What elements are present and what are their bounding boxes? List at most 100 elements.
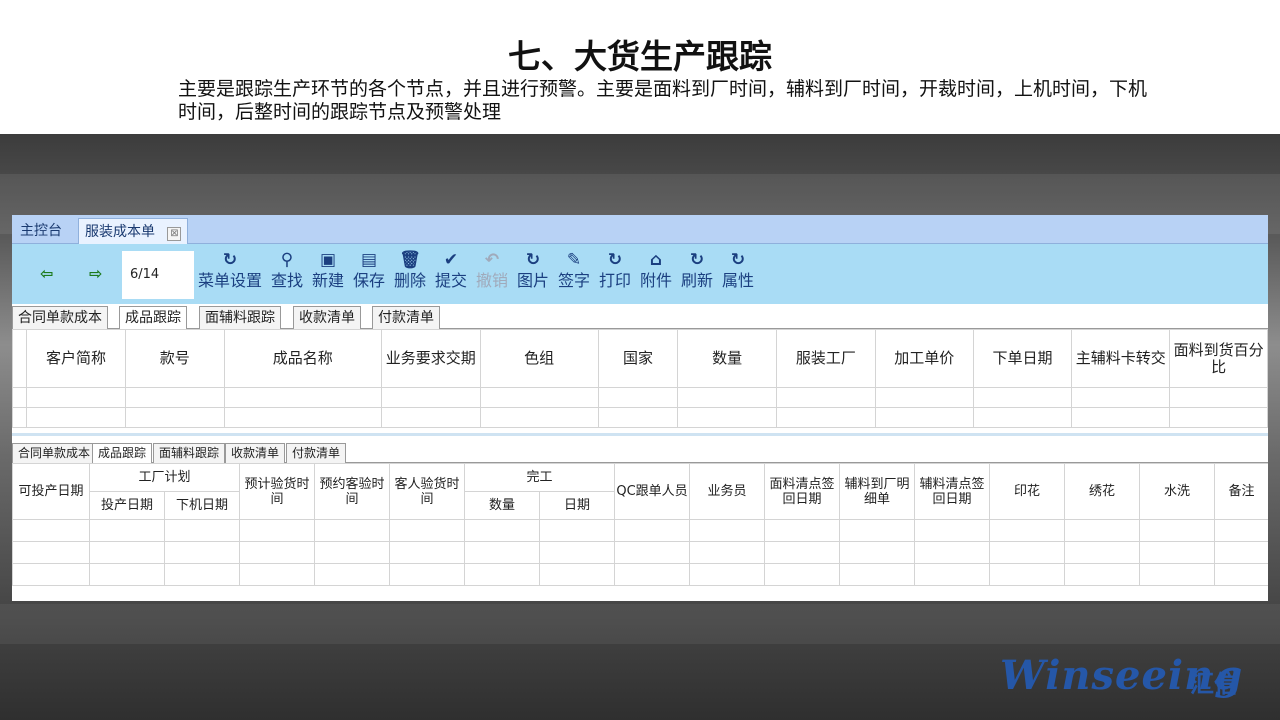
new-doc-icon: ▣	[319, 250, 337, 270]
table-row[interactable]	[12, 519, 1268, 542]
column-header[interactable]: 面料清点签回日期	[764, 463, 841, 520]
section-divider	[12, 433, 1268, 436]
check-icon: ✔	[443, 250, 459, 270]
column-header[interactable]: 辅料到厂明细单	[839, 463, 916, 520]
tab-label: 服装成本单	[85, 224, 155, 240]
button-label: 签字	[558, 271, 591, 290]
tab-material-tracking[interactable]: 面辅料跟踪	[153, 443, 226, 463]
slide-header: 七、大货生产跟踪 主要是跟踪生产环节的各个节点，并且进行预警。主要是面料到厂时间…	[0, 0, 1280, 134]
refresh-icon: ↻	[525, 250, 541, 270]
column-header[interactable]: 预约客验时间	[314, 463, 391, 520]
column-group-header: 完工	[464, 463, 616, 492]
table-row[interactable]	[12, 387, 1268, 408]
refresh-icon: ↻	[222, 250, 238, 270]
column-header[interactable]: 数量	[677, 329, 778, 388]
undo-button[interactable]: ↶ 撤销	[476, 250, 508, 292]
button-label: 图片	[517, 271, 550, 290]
column-header[interactable]: 下单日期	[972, 329, 1073, 388]
tab-payments[interactable]: 付款清单	[372, 306, 440, 329]
column-header[interactable]: 客人验货时间	[389, 463, 466, 520]
column-header[interactable]: 服装工厂	[776, 329, 876, 388]
column-header[interactable]: 辅料清点签回日期	[914, 463, 991, 520]
table-row[interactable]	[12, 407, 1268, 428]
sub-tab-bar: 合同单款成本 成品跟踪 面辅料跟踪 收款清单 付款清单	[12, 304, 1268, 329]
column-header[interactable]: 下机日期	[163, 491, 241, 520]
print-button[interactable]: ↻ 打印	[599, 250, 631, 292]
toolbar: ⇦ ⇨ 6/14 ↻ 菜单设置 ⚲ 查找 ▣ 新建 ▤ 保存 🗑 删除 ✔ 提交…	[12, 244, 1268, 304]
column-header[interactable]: 日期	[539, 491, 616, 520]
picture-button[interactable]: ↻ 图片	[517, 250, 549, 292]
button-label: 保存	[353, 271, 386, 290]
button-label: 撤销	[476, 271, 509, 290]
slide-title: 七、大货生产跟踪	[508, 37, 772, 76]
pen-icon: ✎	[566, 250, 582, 270]
tab-main-console[interactable]: 主控台	[14, 218, 68, 244]
production-plan-table: 可投产日期 工厂计划 预计验货时间 预约客验时间 客人验货时间 完工 QC跟单人…	[12, 463, 1268, 586]
tab-product-tracking[interactable]: 成品跟踪	[119, 306, 187, 329]
sign-button[interactable]: ✎ 签字	[558, 250, 590, 292]
column-header[interactable]: 业务员	[689, 463, 766, 520]
tab-receipts[interactable]: 收款清单	[225, 443, 286, 463]
column-header[interactable]: 加工单价	[874, 329, 974, 388]
column-header[interactable]: 色组	[479, 329, 599, 388]
column-header[interactable]: 主辅料卡转交	[1071, 329, 1171, 388]
window-tab-bar: 主控台 服装成本单 ⊠	[12, 215, 1268, 244]
column-header[interactable]: 业务要求交期	[380, 329, 481, 388]
button-label: 提交	[435, 271, 468, 290]
refresh-icon: ↻	[689, 250, 705, 270]
column-header[interactable]: 投产日期	[89, 491, 165, 520]
column-header[interactable]: QC跟单人员	[614, 463, 691, 520]
button-label: 查找	[271, 271, 304, 290]
tab-receipts[interactable]: 收款清单	[293, 306, 361, 329]
menu-settings-button[interactable]: ↻ 菜单设置	[198, 250, 262, 292]
column-header[interactable]: 客户简称	[26, 329, 126, 388]
tab-payments[interactable]: 付款清单	[286, 443, 347, 463]
column-header[interactable]: 国家	[597, 329, 679, 388]
tab-contract-cost[interactable]: 合同单款成本	[12, 306, 108, 329]
trash-icon: 🗑	[399, 250, 421, 270]
column-header[interactable]: 印花	[989, 463, 1066, 520]
column-header[interactable]: 预计验货时间	[239, 463, 316, 520]
refresh-icon: ↻	[607, 250, 623, 270]
column-header[interactable]: 数量	[464, 491, 541, 520]
button-label: 新建	[312, 271, 345, 290]
new-button[interactable]: ▣ 新建	[312, 250, 344, 292]
sub-tab-bar-secondary: 合同单款成本 成品跟踪 面辅料跟踪 收款清单 付款清单	[12, 441, 1268, 463]
column-header[interactable]: 绣花	[1064, 463, 1141, 520]
button-label: 附件	[640, 271, 673, 290]
column-header[interactable]: 款号	[124, 329, 225, 388]
prev-record-icon[interactable]: ⇦	[40, 264, 53, 283]
table-header-row: 可投产日期 工厂计划 预计验货时间 预约客验时间 客人验货时间 完工 QC跟单人…	[12, 463, 1268, 520]
next-record-icon[interactable]: ⇨	[89, 264, 102, 283]
button-label: 删除	[394, 271, 427, 290]
tab-label: 主控台	[20, 223, 62, 239]
tab-material-tracking[interactable]: 面辅料跟踪	[199, 306, 281, 329]
submit-button[interactable]: ✔ 提交	[435, 250, 467, 292]
record-pager[interactable]: 6/14	[122, 251, 194, 299]
tab-garment-cost[interactable]: 服装成本单 ⊠	[78, 218, 189, 244]
column-header[interactable]: 成品名称	[223, 329, 382, 388]
tab-product-tracking[interactable]: 成品跟踪	[92, 443, 153, 463]
delete-button[interactable]: 🗑 删除	[394, 250, 426, 292]
reload-button[interactable]: ↻ 刷新	[681, 250, 713, 292]
column-header[interactable]: 可投产日期	[12, 463, 90, 520]
refresh-icon: ↻	[730, 250, 746, 270]
tab-contract-cost[interactable]: 合同单款成本	[12, 443, 97, 463]
properties-button[interactable]: ↻ 属性	[722, 250, 754, 292]
table-row[interactable]	[12, 563, 1268, 586]
app-screenshot: 主控台 服装成本单 ⊠ ⇦ ⇨ 6/14 ↻ 菜单设置 ⚲ 查找 ▣ 新建 ▤ …	[12, 215, 1268, 601]
attachment-button[interactable]: ⌂ 附件	[640, 250, 672, 292]
table-row[interactable]	[12, 541, 1268, 564]
close-icon[interactable]: ⊠	[167, 227, 182, 241]
save-button[interactable]: ▤ 保存	[353, 250, 385, 292]
column-group-header: 工厂计划	[88, 463, 241, 492]
column-header[interactable]: 水洗	[1139, 463, 1216, 520]
find-button[interactable]: ⚲ 查找	[271, 250, 303, 292]
button-label: 刷新	[681, 271, 714, 290]
column-header[interactable]: 备注	[1214, 463, 1268, 520]
column-header[interactable]: 面料到货百分比	[1169, 329, 1268, 388]
button-label: 菜单设置	[198, 271, 263, 290]
paperclip-icon: ⌂	[649, 250, 663, 270]
slide-subtitle: 主要是跟踪生产环节的各个节点，并且进行预警。主要是面料到厂时间，辅料到厂时间，开…	[178, 78, 1148, 123]
row-indicator-cell	[12, 329, 28, 388]
